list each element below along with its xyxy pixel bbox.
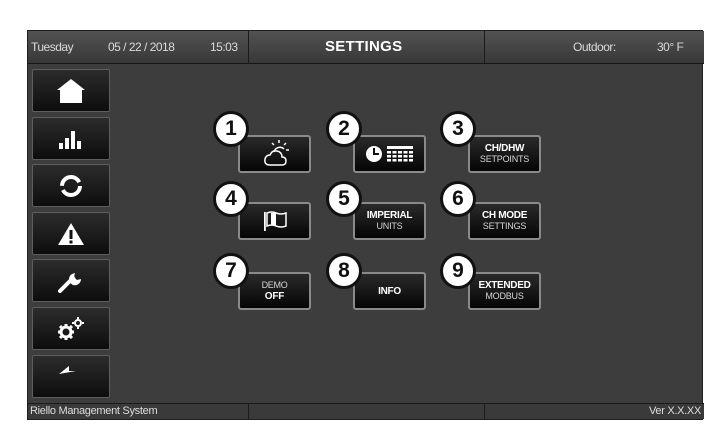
service-button[interactable] — [32, 259, 110, 302]
statistics-button[interactable] — [32, 117, 110, 160]
outdoor-segment: Outdoor: 30° F — [485, 31, 704, 64]
button-label-line1: INFO — [378, 285, 401, 297]
weather-compensation-button[interactable] — [238, 135, 311, 173]
footer-left-segment: Riello Management System — [28, 404, 249, 420]
back-button[interactable] — [32, 355, 110, 398]
settings-button[interactable] — [32, 307, 110, 350]
outdoor-label: Outdoor: — [573, 40, 616, 54]
footer-bar: Riello Management System Ver X.X.XX — [28, 403, 704, 420]
home-icon — [57, 78, 85, 103]
ch-dhw-setpoints-button[interactable]: CH/DHW SETPOINTS — [468, 135, 541, 173]
day-label: Tuesday — [31, 40, 74, 54]
wrench-icon — [58, 272, 82, 293]
button-label-line2: SETPOINTS — [479, 154, 530, 164]
callout-number: 6 — [440, 181, 476, 217]
status-bar: Tuesday 05 / 22 / 2018 15:03 SETTINGS Ou… — [28, 31, 704, 64]
callout-number: 3 — [440, 111, 476, 147]
weather-icon — [263, 140, 289, 166]
ch-mode-settings-button[interactable]: CH MODE SETTINGS — [468, 202, 541, 240]
datetime-segment: Tuesday 05 / 22 / 2018 15:03 — [28, 31, 249, 64]
date-label: 05 / 22 / 2018 — [108, 40, 175, 54]
home-button[interactable] — [32, 69, 110, 112]
button-label-line1: CH/DHW — [484, 143, 525, 154]
callout-number: 2 — [326, 111, 362, 147]
system-name: Riello Management System — [30, 405, 158, 417]
callout-number: 4 — [213, 181, 249, 217]
page-title: SETTINGS — [325, 38, 403, 55]
button-label-line1: DEMO — [261, 280, 288, 290]
footer-right-segment: Ver X.X.XX — [485, 404, 704, 420]
back-arrow-icon — [59, 365, 76, 374]
system-cycle-button[interactable] — [32, 164, 110, 207]
callout-number: 9 — [440, 253, 476, 289]
warning-icon — [58, 222, 84, 245]
imperial-units-button[interactable]: IMPERIAL UNITS — [353, 202, 426, 240]
button-label-line1: IMPERIAL — [366, 210, 413, 221]
flag-icon — [263, 211, 287, 231]
time-label: 15:03 — [210, 40, 238, 54]
touchscreen: Tuesday 05 / 22 / 2018 15:03 SETTINGS Ou… — [27, 30, 704, 420]
footer-middle-segment — [249, 404, 485, 420]
callout-number: 8 — [326, 253, 362, 289]
version-label: Ver X.X.XX — [648, 405, 701, 417]
button-label-line2: UNITS — [376, 221, 403, 231]
button-label-line1: EXTENDED — [478, 280, 531, 291]
cycle-icon — [60, 174, 82, 197]
outdoor-temperature: 30° F — [657, 40, 684, 54]
callout-number: 1 — [213, 111, 249, 147]
button-label-line2: MODBUS — [485, 291, 524, 301]
info-button[interactable]: INFO — [353, 272, 426, 310]
demo-off-button[interactable]: DEMO OFF — [238, 272, 311, 310]
time-schedule-button[interactable] — [353, 135, 426, 173]
clock-calendar-icon — [365, 146, 413, 162]
sidebar-nav — [32, 69, 110, 402]
callout-number: 5 — [326, 181, 362, 217]
button-label-line1: CH MODE — [481, 210, 528, 221]
button-label-line2: OFF — [264, 291, 285, 302]
language-button[interactable] — [238, 202, 311, 240]
alarms-button[interactable] — [32, 212, 110, 255]
bar-chart-icon — [59, 130, 81, 149]
gears-icon — [58, 316, 84, 340]
callout-number: 7 — [213, 253, 249, 289]
title-segment: SETTINGS — [249, 31, 485, 64]
extended-modbus-button[interactable]: EXTENDED MODBUS — [468, 272, 541, 310]
button-label-line2: SETTINGS — [482, 221, 527, 231]
